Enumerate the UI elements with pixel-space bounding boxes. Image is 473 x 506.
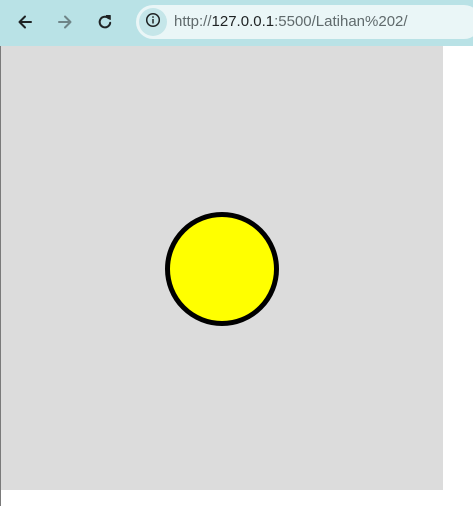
reload-icon xyxy=(96,13,114,31)
back-button[interactable] xyxy=(9,6,41,38)
reload-button[interactable] xyxy=(89,6,121,38)
page-viewport xyxy=(0,46,473,506)
forward-button[interactable] xyxy=(49,6,81,38)
arrow-right-icon xyxy=(56,13,74,31)
url-host: 127.0.0.1 xyxy=(211,13,275,30)
canvas-stage xyxy=(1,46,443,490)
browser-toolbar: http://127.0.0.1:5500/Latihan%202/ xyxy=(0,0,473,46)
address-bar[interactable]: http://127.0.0.1:5500/Latihan%202/ xyxy=(136,5,473,39)
site-info-button[interactable] xyxy=(139,8,167,36)
arrow-left-icon xyxy=(16,13,34,31)
yellow-circle xyxy=(165,212,279,326)
url-text[interactable]: http://127.0.0.1:5500/Latihan%202/ xyxy=(174,13,408,30)
info-icon xyxy=(145,12,161,33)
url-prefix: http:// xyxy=(174,13,212,30)
url-path: :5500/Latihan%202/ xyxy=(274,13,408,30)
